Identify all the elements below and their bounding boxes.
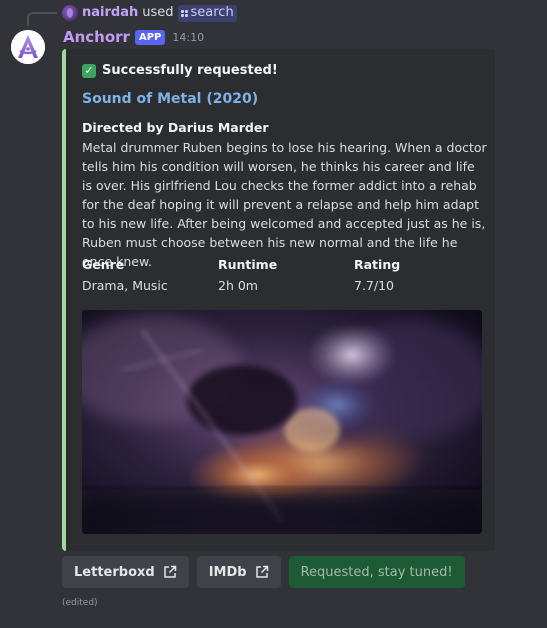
field-rating: Rating 7.7/10 (354, 257, 484, 294)
embed-title-link[interactable]: Sound of Metal (2020) (82, 91, 258, 107)
message-timestamp[interactable]: 14:10 (172, 31, 204, 44)
embed-status-text: Successfully requested! (102, 63, 278, 78)
slash-command-icon (180, 9, 188, 17)
letterboxd-button[interactable]: Letterboxd (62, 556, 189, 588)
external-link-icon (163, 565, 176, 578)
requested-status-button[interactable]: Requested, stay tuned! (288, 556, 465, 588)
button-label: Requested, stay tuned! (300, 564, 453, 580)
command-invocation-line[interactable]: nairdah used search (62, 4, 237, 22)
embed-description: Metal drummer Ruben begins to lose his h… (82, 140, 487, 269)
imdb-button[interactable]: IMDb (196, 556, 281, 588)
action-buttons: Letterboxd IMDb Requested, stay tuned! (62, 556, 465, 588)
field-value: 7.7/10 (354, 278, 394, 293)
field-name: Rating (354, 257, 401, 272)
external-link-icon (255, 565, 268, 578)
movie-backdrop-art (82, 310, 482, 534)
embed-status-line: ✓ Successfully requested! (82, 63, 278, 78)
movie-backdrop-image[interactable] (82, 310, 482, 534)
field-name: Runtime (218, 257, 278, 272)
field-runtime: Runtime 2h 0m (218, 257, 348, 294)
edited-label: (edited) (62, 598, 98, 608)
button-label: Letterboxd (74, 564, 155, 580)
bot-avatar[interactable] (11, 30, 45, 64)
author-line: Anchorr APP 14:10 (63, 27, 204, 47)
invoker-avatar[interactable] (62, 5, 78, 21)
movie-embed: ✓ Successfully requested! Sound of Metal… (62, 49, 495, 551)
command-reply-connector (27, 12, 57, 26)
button-label: IMDb (208, 564, 247, 580)
chat-message: nairdah used search Anchorr APP 14:10 ✓ … (0, 0, 547, 628)
check-mark-icon: ✓ (82, 63, 96, 78)
embed-director: Directed by Darius Marder (82, 120, 269, 135)
anchorr-logo-icon (11, 30, 45, 64)
invoker-username[interactable]: nairdah (82, 4, 138, 22)
field-value: 2h 0m (218, 278, 258, 293)
slash-command-name: search (190, 5, 234, 20)
field-value: Drama, Music (82, 278, 168, 293)
field-name: Genre (82, 257, 125, 272)
field-genre: Genre Drama, Music (82, 257, 212, 294)
slash-command-chip[interactable]: search (177, 4, 237, 22)
author-name[interactable]: Anchorr (63, 28, 130, 46)
command-used-text: used (142, 5, 174, 20)
app-badge: APP (134, 29, 166, 45)
